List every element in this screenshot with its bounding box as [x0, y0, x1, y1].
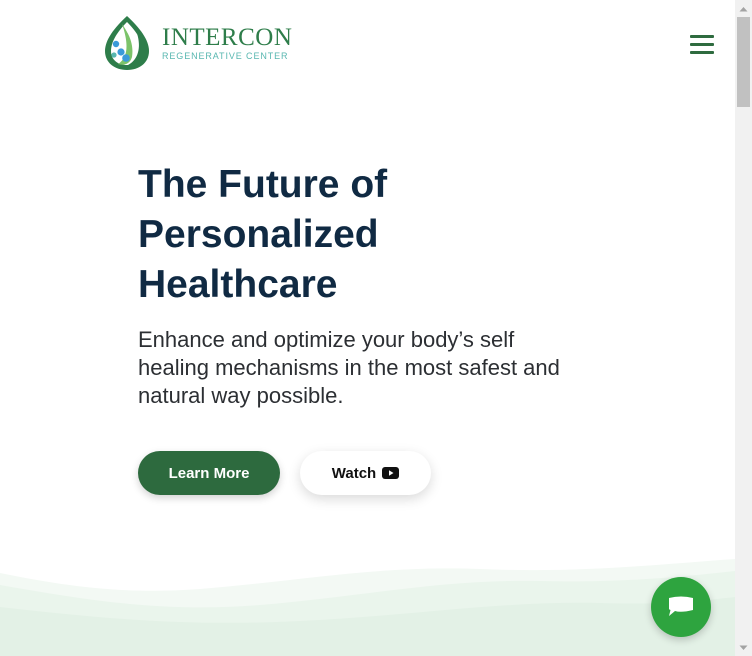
- hamburger-bar: [690, 51, 714, 54]
- hero-heading-line: Healthcare: [138, 263, 338, 306]
- chat-bubble-icon: [669, 596, 693, 616]
- hero-subtitle: Enhance and optimize your body’s self he…: [138, 326, 608, 410]
- web-page: INTERCON REGENERATIVE CENTER The Future …: [0, 0, 735, 656]
- hero-subtitle-line: natural way possible.: [138, 383, 344, 408]
- hero-heading: The Future of Personalized Healthcare: [138, 160, 558, 310]
- hero-subtitle-line: Enhance and optimize your body’s self: [138, 327, 515, 352]
- watch-label: Watch: [331, 464, 377, 482]
- scroll-up-arrow-icon[interactable]: [735, 0, 752, 17]
- hero-heading-line: Personalized: [138, 213, 379, 256]
- youtube-play-icon: [382, 467, 400, 479]
- scrollbar-thumb[interactable]: [737, 17, 750, 107]
- scroll-down-arrow-icon[interactable]: [735, 639, 752, 656]
- hero-subtitle-line: healing mechanisms in the most safest an…: [138, 355, 560, 380]
- site-logo[interactable]: INTERCON REGENERATIVE CENTER: [102, 14, 292, 72]
- vertical-scrollbar[interactable]: [735, 0, 752, 656]
- hamburger-bar: [690, 35, 714, 38]
- hero-heading-line: The Future of: [138, 163, 388, 206]
- chat-widget-button[interactable]: [651, 577, 711, 637]
- hamburger-bar: [690, 43, 714, 46]
- hamburger-menu-icon[interactable]: [690, 35, 714, 55]
- leaf-drop-logo-icon: [105, 16, 149, 70]
- learn-more-button[interactable]: Learn More: [138, 451, 280, 495]
- logo-title: INTERCON: [162, 24, 293, 51]
- watch-button[interactable]: Watch: [300, 451, 431, 495]
- logo-wordmark: INTERCON REGENERATIVE CENTER: [162, 25, 292, 61]
- logo-subtitle: REGENERATIVE CENTER: [162, 51, 289, 61]
- decorative-wave-background: [0, 559, 735, 656]
- browser-viewport: INTERCON REGENERATIVE CENTER The Future …: [0, 0, 752, 656]
- learn-more-label: Learn More: [168, 464, 250, 482]
